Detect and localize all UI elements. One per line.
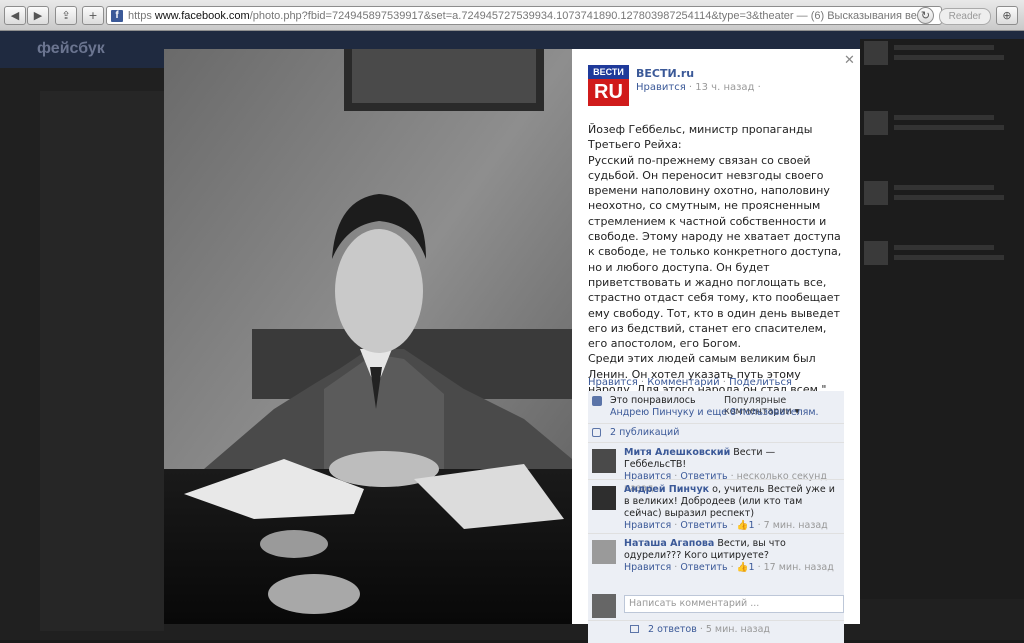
reader-button[interactable]: Reader [939,8,991,25]
comment-author[interactable]: Митя Алешковский [624,447,730,458]
share-link[interactable]: Поделиться [729,377,792,388]
comment-like-link[interactable]: Нравится [624,562,671,573]
avatar [864,241,888,265]
sidebar-line [894,55,1004,60]
comment-item: Митя Алешковский Вести — ГеббельсТВ! Нра… [588,442,844,494]
replies-link[interactable]: 2 ответов [648,624,697,635]
post-meta: Нравится · 13 ч. назад · [636,82,761,93]
back-button[interactable]: ◀ [4,6,26,25]
thumbs-up-icon [592,396,602,406]
comment-body: Андрей Пинчук о, учитель Вестей уже и в … [624,484,838,532]
post-time[interactable]: · 13 ч. назад · [689,82,761,93]
like-link[interactable]: Нравится [588,377,638,388]
comment-author[interactable]: Андрей Пинчук [624,484,709,495]
sidebar-line [894,115,994,120]
sidebar-item [862,179,1012,219]
comment-body: Наташа Агапова Вести, вы что одурели??? … [624,538,838,574]
browser-toolbar: ◀ ▶ ⇪ + f https www.facebook.com/photo.p… [0,0,1024,31]
right-sidebar [860,39,1024,599]
comment-like-count[interactable]: 1 [749,562,755,573]
shares-count[interactable]: 2 публикаций [610,427,679,438]
comment-author[interactable]: Наташа Агапова [624,538,714,549]
share-icon[interactable]: ⇪ [55,6,77,25]
facebook-favicon-icon: f [111,9,123,22]
likes-text: Это понравилось [610,395,696,406]
sidebar-item [862,109,1012,149]
new-tab-icon[interactable]: + [82,6,104,25]
sidebar-line [894,195,1004,200]
likers-link[interactable]: Андрею Пинчуку и еще 8 пользователям. [610,407,819,418]
avatar[interactable] [592,486,616,510]
comment-link[interactable]: Комментарий [647,377,719,388]
page-avatar[interactable]: ВЕСТИ RU [588,65,629,106]
share-icon [592,428,601,437]
url-domain: www.facebook.com [154,9,250,22]
reply-icon [630,625,639,633]
thumbs-up-icon: 👍 [736,562,749,573]
comment-time[interactable]: 7 мин. назад [764,520,828,531]
shares-row[interactable]: 2 публикаций [588,423,844,442]
sidebar-line [894,125,1004,130]
comment-item: Андрей Пинчук о, учитель Вестей уже и в … [588,479,844,533]
portrait-photo [164,49,572,624]
replies-text: 2 ответов · 5 мин. назад [648,624,770,635]
avatar [864,111,888,135]
forward-button[interactable]: ▶ [27,6,49,25]
url-text: https www.facebook.com/photo.php?fbid=72… [128,10,926,22]
url-scheme: https [128,9,152,22]
avatar[interactable] [592,540,616,564]
sidebar-item [862,39,1012,79]
sidebar-item [862,239,1012,279]
comment-reply-link[interactable]: Ответить [680,562,727,573]
comment-like-count[interactable]: 1 [749,520,755,531]
page-name-link[interactable]: ВЕСТИ.ru [636,67,694,80]
logo-text-top: ВЕСТИ [588,65,629,79]
post-actions: Нравится · Комментарий · Поделиться [588,377,792,388]
like-page-link[interactable]: Нравится [636,82,686,93]
comment-input[interactable]: Написать комментарий ... [624,595,844,613]
sidebar-line [894,185,994,190]
url-page-title: — (6) Высказывания ве... [796,9,927,22]
replies-row[interactable]: 2 ответов · 5 мин. назад [588,620,844,639]
photo-viewer[interactable] [164,49,572,624]
avatar [864,181,888,205]
close-icon[interactable]: ✕ [844,53,855,68]
separator: · [719,377,730,388]
photo-side-panel: ✕ ВЕСТИ RU ВЕСТИ.ru Нравится · 13 ч. наз… [572,49,860,643]
user-avatar [592,594,616,618]
likes-row: Это понравилось Популярные комментарии ▾… [588,391,844,422]
comment-meta: Нравится · Ответить · 👍1 · 17 мин. назад [624,562,834,573]
address-bar[interactable]: f https www.facebook.com/photo.php?fbid=… [106,6,942,25]
comment-like-link[interactable]: Нравится [624,520,671,531]
comment-reply-link[interactable]: Ответить [680,520,727,531]
sidebar-line [894,45,994,50]
reload-icon[interactable]: ↻ [917,7,934,24]
download-icon[interactable]: ⊕ [996,6,1018,25]
comment-meta: Нравится · Ответить · 👍1 · 7 мин. назад [624,520,828,531]
site-logo: фейсбук [37,40,105,57]
avatar[interactable] [592,449,616,473]
avatar [864,41,888,65]
comment-time[interactable]: 17 мин. назад [764,562,834,573]
timeline-column [40,91,164,631]
sidebar-line [894,255,1004,260]
url-path: /photo.php?fbid=724945897539917&set=a.72… [249,9,794,22]
sidebar-line [894,245,994,250]
thumbs-up-icon: 👍 [736,520,749,531]
replies-time: · 5 мин. назад [696,624,771,635]
separator: · [637,377,648,388]
post-text: Йозеф Геббельс, министр пропаганды Треть… [588,123,842,397]
logo-text-bottom: RU [588,79,629,106]
